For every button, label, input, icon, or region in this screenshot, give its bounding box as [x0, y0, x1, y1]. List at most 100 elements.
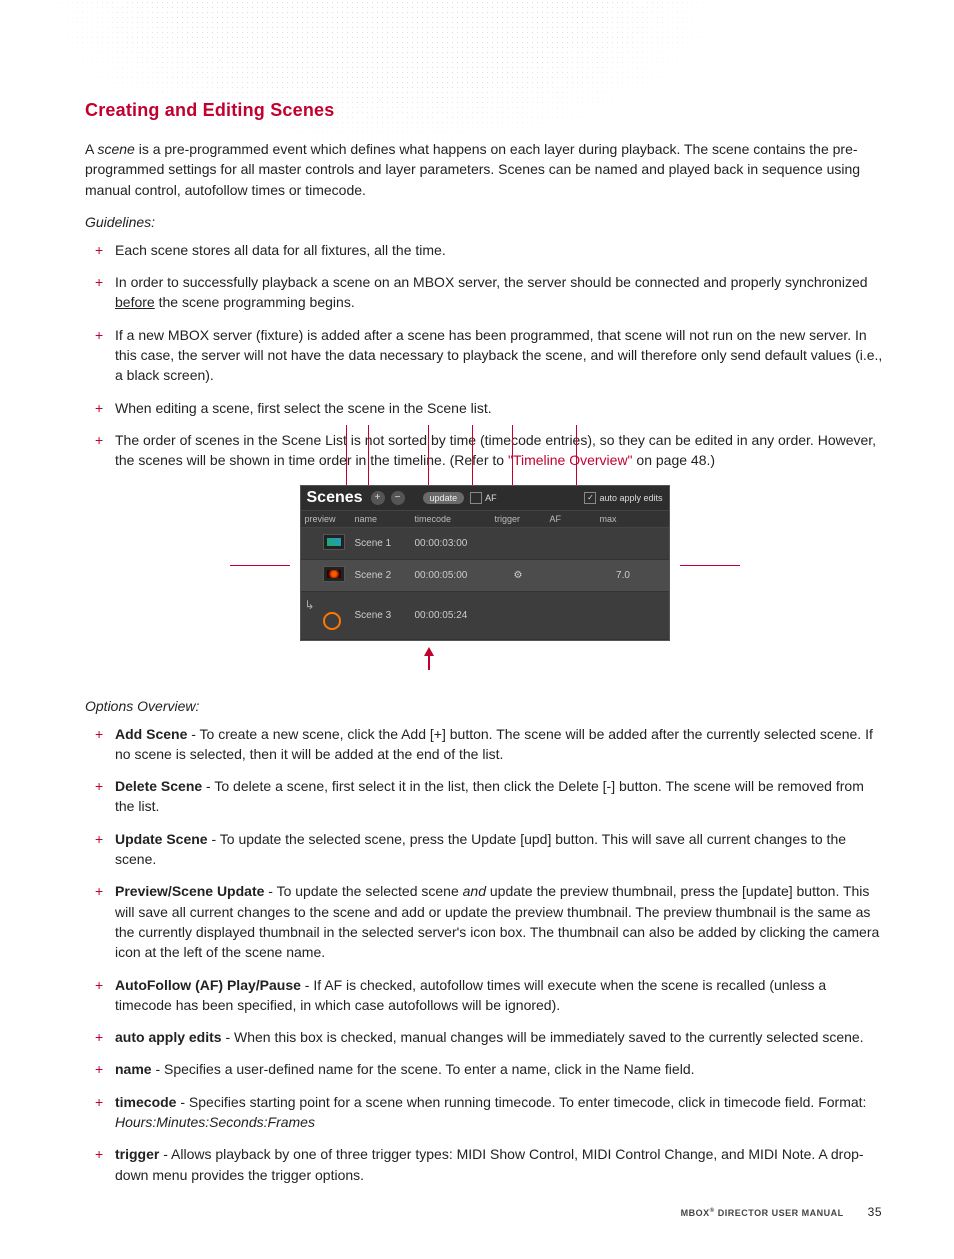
scene-row[interactable]: Scene 2 00:00:05:00 ⚙ 7.0 — [301, 560, 669, 592]
scene-trigger-cell[interactable] — [491, 537, 546, 549]
option-item: trigger - Allows playback by one of thre… — [85, 1144, 884, 1185]
scene-max-cell[interactable]: 7.0 — [596, 564, 651, 587]
option-item: timecode - Specifies starting point for … — [85, 1092, 884, 1133]
add-scene-button[interactable]: + — [371, 491, 385, 505]
option-desc: - When this box is checked, manual chang… — [222, 1029, 864, 1045]
guideline-text-b: on page 48.) — [633, 452, 716, 468]
option-desc: - To create a new scene, click the Add [… — [115, 726, 873, 762]
option-desc: - Specifies starting point for a scene w… — [176, 1094, 866, 1110]
option-term: trigger — [115, 1146, 159, 1162]
callout-arrow-stem — [428, 656, 430, 670]
option-term: auto apply edits — [115, 1029, 222, 1045]
col-trigger: trigger — [491, 511, 546, 527]
scene-name-cell[interactable]: Scene 1 — [351, 532, 411, 555]
scene-row[interactable]: Scene 3 00:00:05:24 — [301, 592, 669, 640]
option-term: Add Scene — [115, 726, 187, 742]
page-footer: MBOX® DIRECTOR USER MANUAL 35 — [0, 1205, 954, 1219]
scenes-panel-figure: Scenes + − update AF ✓ auto apply edits — [300, 485, 670, 670]
scene-row[interactable]: Scene 1 00:00:03:00 — [301, 528, 669, 560]
option-desc: - To update the selected scene, press th… — [115, 831, 846, 867]
guideline-item: The order of scenes in the Scene List is… — [85, 430, 884, 471]
auto-apply-edits-checkbox[interactable]: ✓ auto apply edits — [584, 492, 662, 504]
option-item: Add Scene - To create a new scene, click… — [85, 724, 884, 765]
col-timecode: timecode — [411, 511, 491, 527]
scenes-panel-header: Scenes + − update AF ✓ auto apply edits — [301, 486, 669, 511]
option-desc: - Allows playback by one of three trigge… — [115, 1146, 864, 1182]
af-checkbox[interactable]: AF — [470, 492, 497, 504]
scene-name-cell[interactable]: Scene 2 — [351, 564, 411, 587]
intro-text-b: is a pre-programmed event which defines … — [85, 141, 860, 198]
scene-timecode-cell[interactable]: 00:00:03:00 — [411, 532, 491, 555]
option-term: Preview/Scene Update — [115, 883, 264, 899]
col-max: max — [596, 511, 651, 527]
scene-af-cell[interactable] — [546, 609, 596, 621]
footer-rest: DIRECTOR USER MANUAL — [715, 1208, 844, 1218]
option-desc: - To delete a scene, first select it in … — [115, 778, 864, 814]
guideline-text: When editing a scene, first select the s… — [115, 400, 492, 416]
options-overview-heading: Options Overview: — [85, 698, 884, 714]
option-item: auto apply edits - When this box is chec… — [85, 1027, 884, 1047]
option-item: name - Specifies a user-defined name for… — [85, 1059, 884, 1079]
preview-cell — [301, 528, 351, 559]
af-checkbox-label: AF — [485, 493, 497, 503]
guideline-item: Each scene stores all data for all fixtu… — [85, 240, 884, 260]
option-term: Update Scene — [115, 831, 208, 847]
section-heading: Creating and Editing Scenes — [85, 100, 884, 121]
update-scene-button[interactable]: update — [423, 492, 465, 504]
guideline-underline: before — [115, 294, 155, 310]
col-name: name — [351, 511, 411, 527]
col-af: AF — [546, 511, 596, 527]
checkbox-icon — [470, 492, 482, 504]
guideline-text: Each scene stores all data for all fixtu… — [115, 242, 446, 258]
guideline-text: If a new MBOX server (fixture) is added … — [115, 327, 882, 384]
options-list: Add Scene - To create a new scene, click… — [85, 724, 884, 1185]
option-item: Preview/Scene Update - To update the sel… — [85, 881, 884, 962]
guideline-item: When editing a scene, first select the s… — [85, 398, 884, 418]
guidelines-list: Each scene stores all data for all fixtu… — [85, 240, 884, 471]
scene-timecode-cell[interactable]: 00:00:05:24 — [411, 604, 491, 627]
callout-arrow-icon — [424, 647, 434, 656]
option-term: name — [115, 1061, 152, 1077]
guideline-item: In order to successfully playback a scen… — [85, 272, 884, 313]
guideline-text: The order of scenes in the Scene List is… — [115, 432, 876, 468]
option-item: Update Scene - To update the selected sc… — [85, 829, 884, 870]
scenes-panel-title: Scenes — [307, 489, 363, 507]
guidelines-heading: Guidelines: — [85, 214, 884, 230]
col-preview: preview — [301, 511, 351, 527]
preview-thumbnail-icon — [323, 534, 345, 550]
guideline-text: In order to successfully playback a scen… — [115, 274, 868, 290]
option-italic: and — [463, 883, 486, 899]
scene-trigger-cell[interactable] — [491, 609, 546, 621]
scene-max-cell[interactable] — [596, 609, 651, 621]
scene-name-cell[interactable]: Scene 3 — [351, 604, 411, 627]
scene-af-cell[interactable] — [546, 537, 596, 549]
intro-scene-word: scene — [97, 141, 134, 157]
scene-timecode-cell[interactable]: 00:00:05:00 — [411, 564, 491, 587]
intro-paragraph: A scene is a pre-programmed event which … — [85, 139, 884, 200]
scene-trigger-cell[interactable]: ⚙ — [491, 564, 546, 587]
footer-mbox: MBOX — [681, 1208, 710, 1218]
option-desc: - Specifies a user-defined name for the … — [152, 1061, 695, 1077]
option-term: Delete Scene — [115, 778, 202, 794]
scene-max-cell[interactable] — [596, 537, 651, 549]
page-number: 35 — [868, 1205, 882, 1219]
intro-text-a: A — [85, 141, 97, 157]
preview-thumbnail-icon — [323, 612, 341, 630]
checkbox-icon: ✓ — [584, 492, 596, 504]
option-item: Delete Scene - To delete a scene, first … — [85, 776, 884, 817]
option-desc: - To update the selected scene — [264, 883, 462, 899]
option-item: AutoFollow (AF) Play/Pause - If AF is ch… — [85, 975, 884, 1016]
preview-cell — [301, 560, 351, 591]
gear-icon: ⚙ — [514, 570, 523, 581]
option-term: timecode — [115, 1094, 176, 1110]
timeline-overview-link[interactable]: "Timeline Overview" — [508, 452, 633, 468]
scenes-panel: Scenes + − update AF ✓ auto apply edits — [300, 485, 670, 641]
auto-apply-edits-label: auto apply edits — [599, 493, 662, 503]
footer-manual-title: MBOX® DIRECTOR USER MANUAL — [681, 1207, 844, 1218]
delete-scene-button[interactable]: − — [391, 491, 405, 505]
scenes-column-headers: preview name timecode trigger AF max — [301, 511, 669, 528]
preview-thumbnail-icon — [323, 566, 345, 582]
option-term: AutoFollow (AF) Play/Pause — [115, 977, 301, 993]
guideline-text-b: the scene programming begins. — [155, 294, 355, 310]
scene-af-cell[interactable] — [546, 569, 596, 581]
